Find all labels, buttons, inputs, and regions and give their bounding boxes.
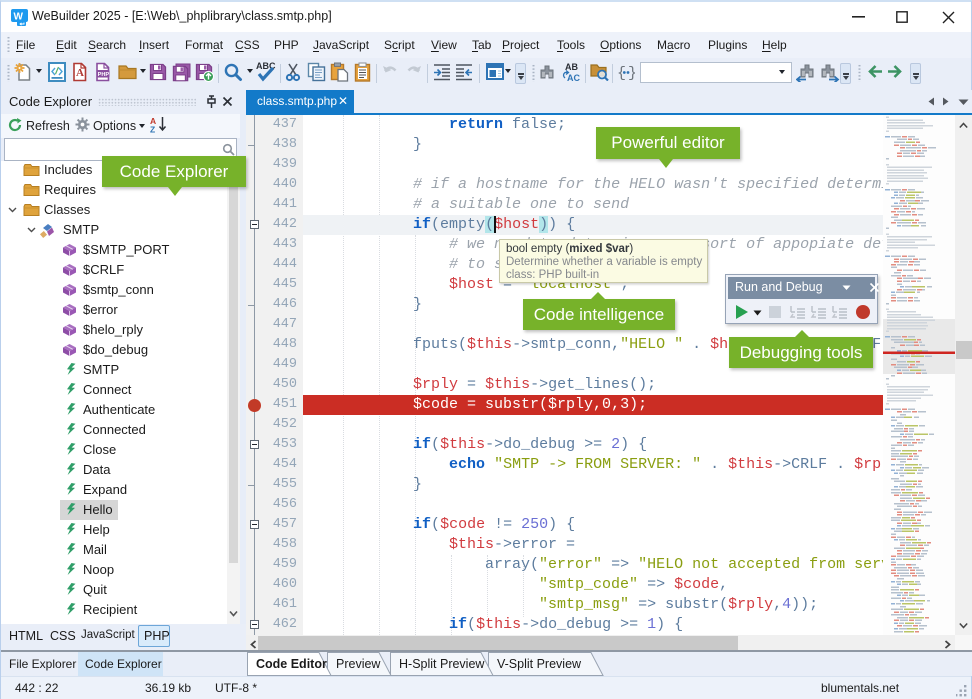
svg-text:W: W	[14, 12, 24, 23]
svg-text:V-Split Preview: V-Split Preview	[497, 657, 582, 671]
svg-text:PHP: PHP	[98, 72, 110, 78]
svg-text:H-Split Preview: H-Split Preview	[399, 657, 485, 671]
svg-text:A: A	[76, 67, 84, 79]
svg-text:Preview: Preview	[336, 657, 381, 671]
svg-text:Code Editor: Code Editor	[256, 657, 327, 671]
svg-text:Z: Z	[150, 125, 155, 134]
svg-text:AC: AC	[567, 73, 580, 83]
